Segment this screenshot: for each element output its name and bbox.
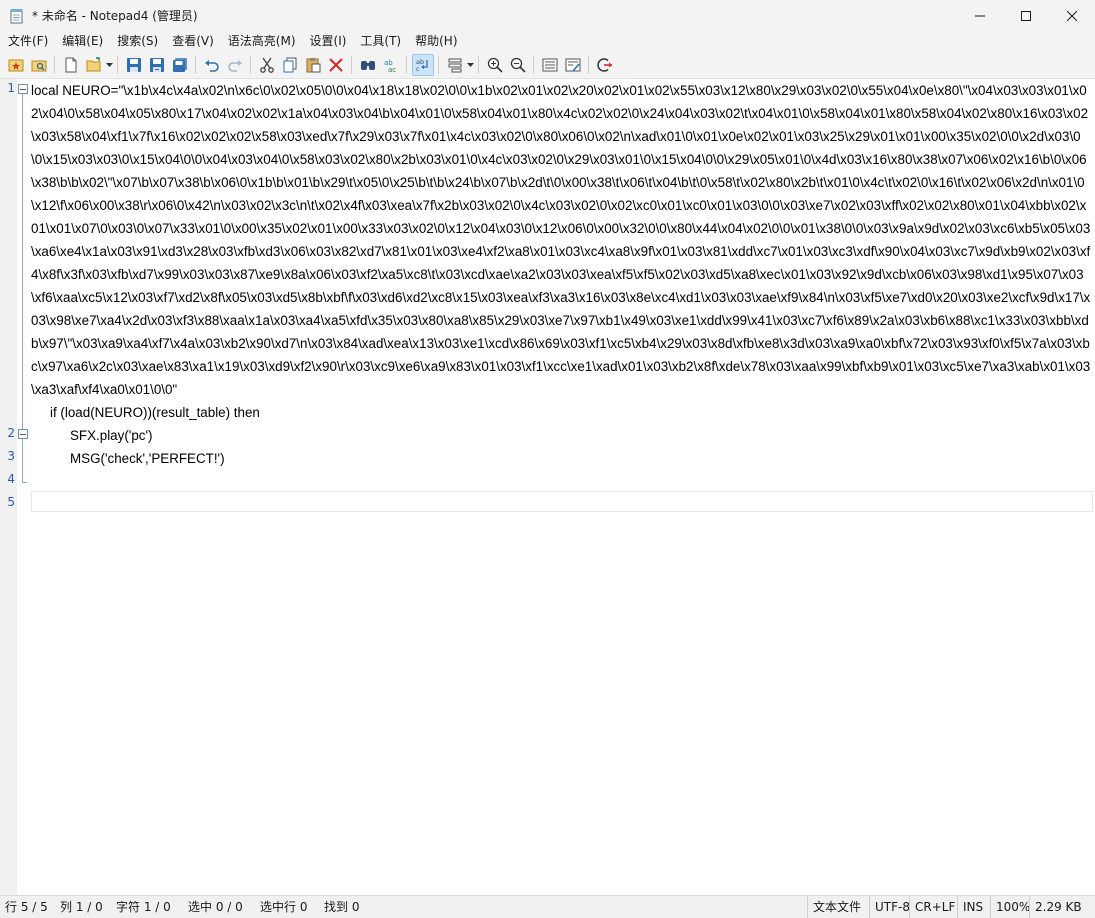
zoom-out-button[interactable] [507,54,529,76]
menu-search[interactable]: 搜索(S) [110,31,165,51]
maximize-icon [1021,10,1031,21]
copy-button[interactable] [279,54,301,76]
replace-button[interactable]: ab ac [380,54,402,76]
menu-tools[interactable]: 工具(T) [353,31,408,51]
word-wrap-icon: abc [416,58,428,73]
save-icon [126,57,141,72]
scheme-button[interactable] [444,54,466,76]
find-icon [360,60,375,70]
copy-icon [283,57,296,72]
fold-margin [17,79,29,895]
fold-end [22,482,27,483]
close-button[interactable] [1049,0,1095,31]
menu-settings[interactable]: 设置(I) [303,31,354,51]
code-line: MSG('check','PERFECT!') [70,451,225,466]
status-selection: 选中 0 / 0 [188,900,243,914]
settings-icon [542,58,557,71]
status-insert-mode[interactable]: INS [957,896,988,918]
replace-icon: abac [384,59,396,73]
fold-toggle[interactable] [18,429,28,439]
favorites-icon [8,59,23,71]
svg-text:c: c [416,65,420,73]
status-column: 列 1 / 0 [60,900,103,914]
notepad-app-icon [10,8,24,24]
edit-settings-button[interactable] [562,54,584,76]
toolbar: ab ac ab c [0,51,1095,79]
menu-help[interactable]: 帮助(H) [408,31,464,51]
editor[interactable]: 1 2 3 4 5 local NEURO="\x1b\x4c\x4a\x02\… [0,79,1095,895]
current-line-highlight [31,491,1093,512]
status-file-size: 2.29 KB [1029,896,1087,918]
line-number: 3 [7,449,15,463]
open-file-icon [86,56,100,71]
code-area[interactable]: local NEURO="\x1b\x4c\x4a\x02\n\x6c\0\x0… [31,79,1091,470]
menu-bar: 文件(F) 编辑(E) 搜索(S) 查看(V) 语法高亮(M) 设置(I) 工具… [0,31,1095,51]
fold-line [22,94,23,429]
save-button[interactable] [123,54,145,76]
fold-line [22,439,23,482]
status-char: 字符 1 / 0 [116,900,171,914]
scheme-dropdown[interactable] [466,54,474,76]
undo-button[interactable] [201,54,223,76]
open-folder-icon [31,60,46,71]
line-number: 2 [7,426,15,440]
new-file-icon [65,57,76,72]
exit-icon [596,57,612,72]
status-found: 找到 0 [324,900,360,914]
favorites-button[interactable] [5,54,27,76]
minimize-button[interactable] [957,0,1003,31]
settings-button[interactable] [539,54,561,76]
menu-edit[interactable]: 编辑(E) [55,31,110,51]
status-file-type[interactable]: 文本文件 [807,896,866,918]
save-as-icon [149,57,164,72]
open-file-button[interactable] [83,54,105,76]
window-title: * 未命名 - Notepad4 (管理员) [32,9,198,23]
status-bar: 行 5 / 5 列 1 / 0 字符 1 / 0 选中 0 / 0 选中行 0 … [0,895,1095,918]
code-line: local NEURO="\x1b\x4c\x4a\x02\n\x6c\0\x0… [31,83,1091,397]
exit-button[interactable] [594,54,616,76]
close-icon [1067,10,1077,21]
scheme-icon [448,58,461,72]
paste-button[interactable] [302,54,324,76]
edit-settings-icon [565,58,580,72]
dropdown-arrow-icon [466,62,474,67]
menu-file[interactable]: 文件(F) [0,31,55,51]
line-number: 4 [7,472,15,486]
redo-icon [227,59,242,72]
code-line: SFX.play('pc') [70,428,153,443]
dropdown-arrow-icon [105,62,113,67]
new-file-button[interactable] [60,54,82,76]
delete-button[interactable] [325,54,347,76]
minimize-icon [975,15,985,16]
status-eol[interactable]: CR+LF [909,896,960,918]
save-as-button[interactable] [146,54,168,76]
redo-button[interactable] [224,54,246,76]
cut-button[interactable] [256,54,278,76]
paste-icon [306,57,320,72]
fold-toggle[interactable] [18,84,28,94]
title-bar[interactable]: * 未命名 - Notepad4 (管理员) [0,0,1095,31]
open-folder-button[interactable] [28,54,50,76]
delete-icon [328,57,343,72]
maximize-button[interactable] [1003,0,1049,31]
save-copy-icon [172,57,187,72]
zoom-out-icon [510,57,526,73]
menu-syntax[interactable]: 语法高亮(M) [221,31,303,51]
find-button[interactable] [357,54,379,76]
line-number-gutter [0,79,17,895]
code-line: if (load(NEURO))(result_table) then [50,405,260,420]
zoom-in-button[interactable] [484,54,506,76]
menu-view[interactable]: 查看(V) [165,31,221,51]
line-number: 1 [7,81,15,95]
cut-icon [259,57,274,73]
status-selected-lines: 选中行 0 [260,900,308,914]
undo-icon [204,59,219,72]
open-dropdown[interactable] [105,54,113,76]
zoom-in-icon [487,57,503,73]
word-wrap-button[interactable]: ab c [411,53,434,76]
save-copy-button[interactable] [169,54,191,76]
line-number: 5 [7,495,15,509]
svg-text:ac: ac [388,66,396,73]
status-line: 行 5 / 5 [5,900,48,914]
